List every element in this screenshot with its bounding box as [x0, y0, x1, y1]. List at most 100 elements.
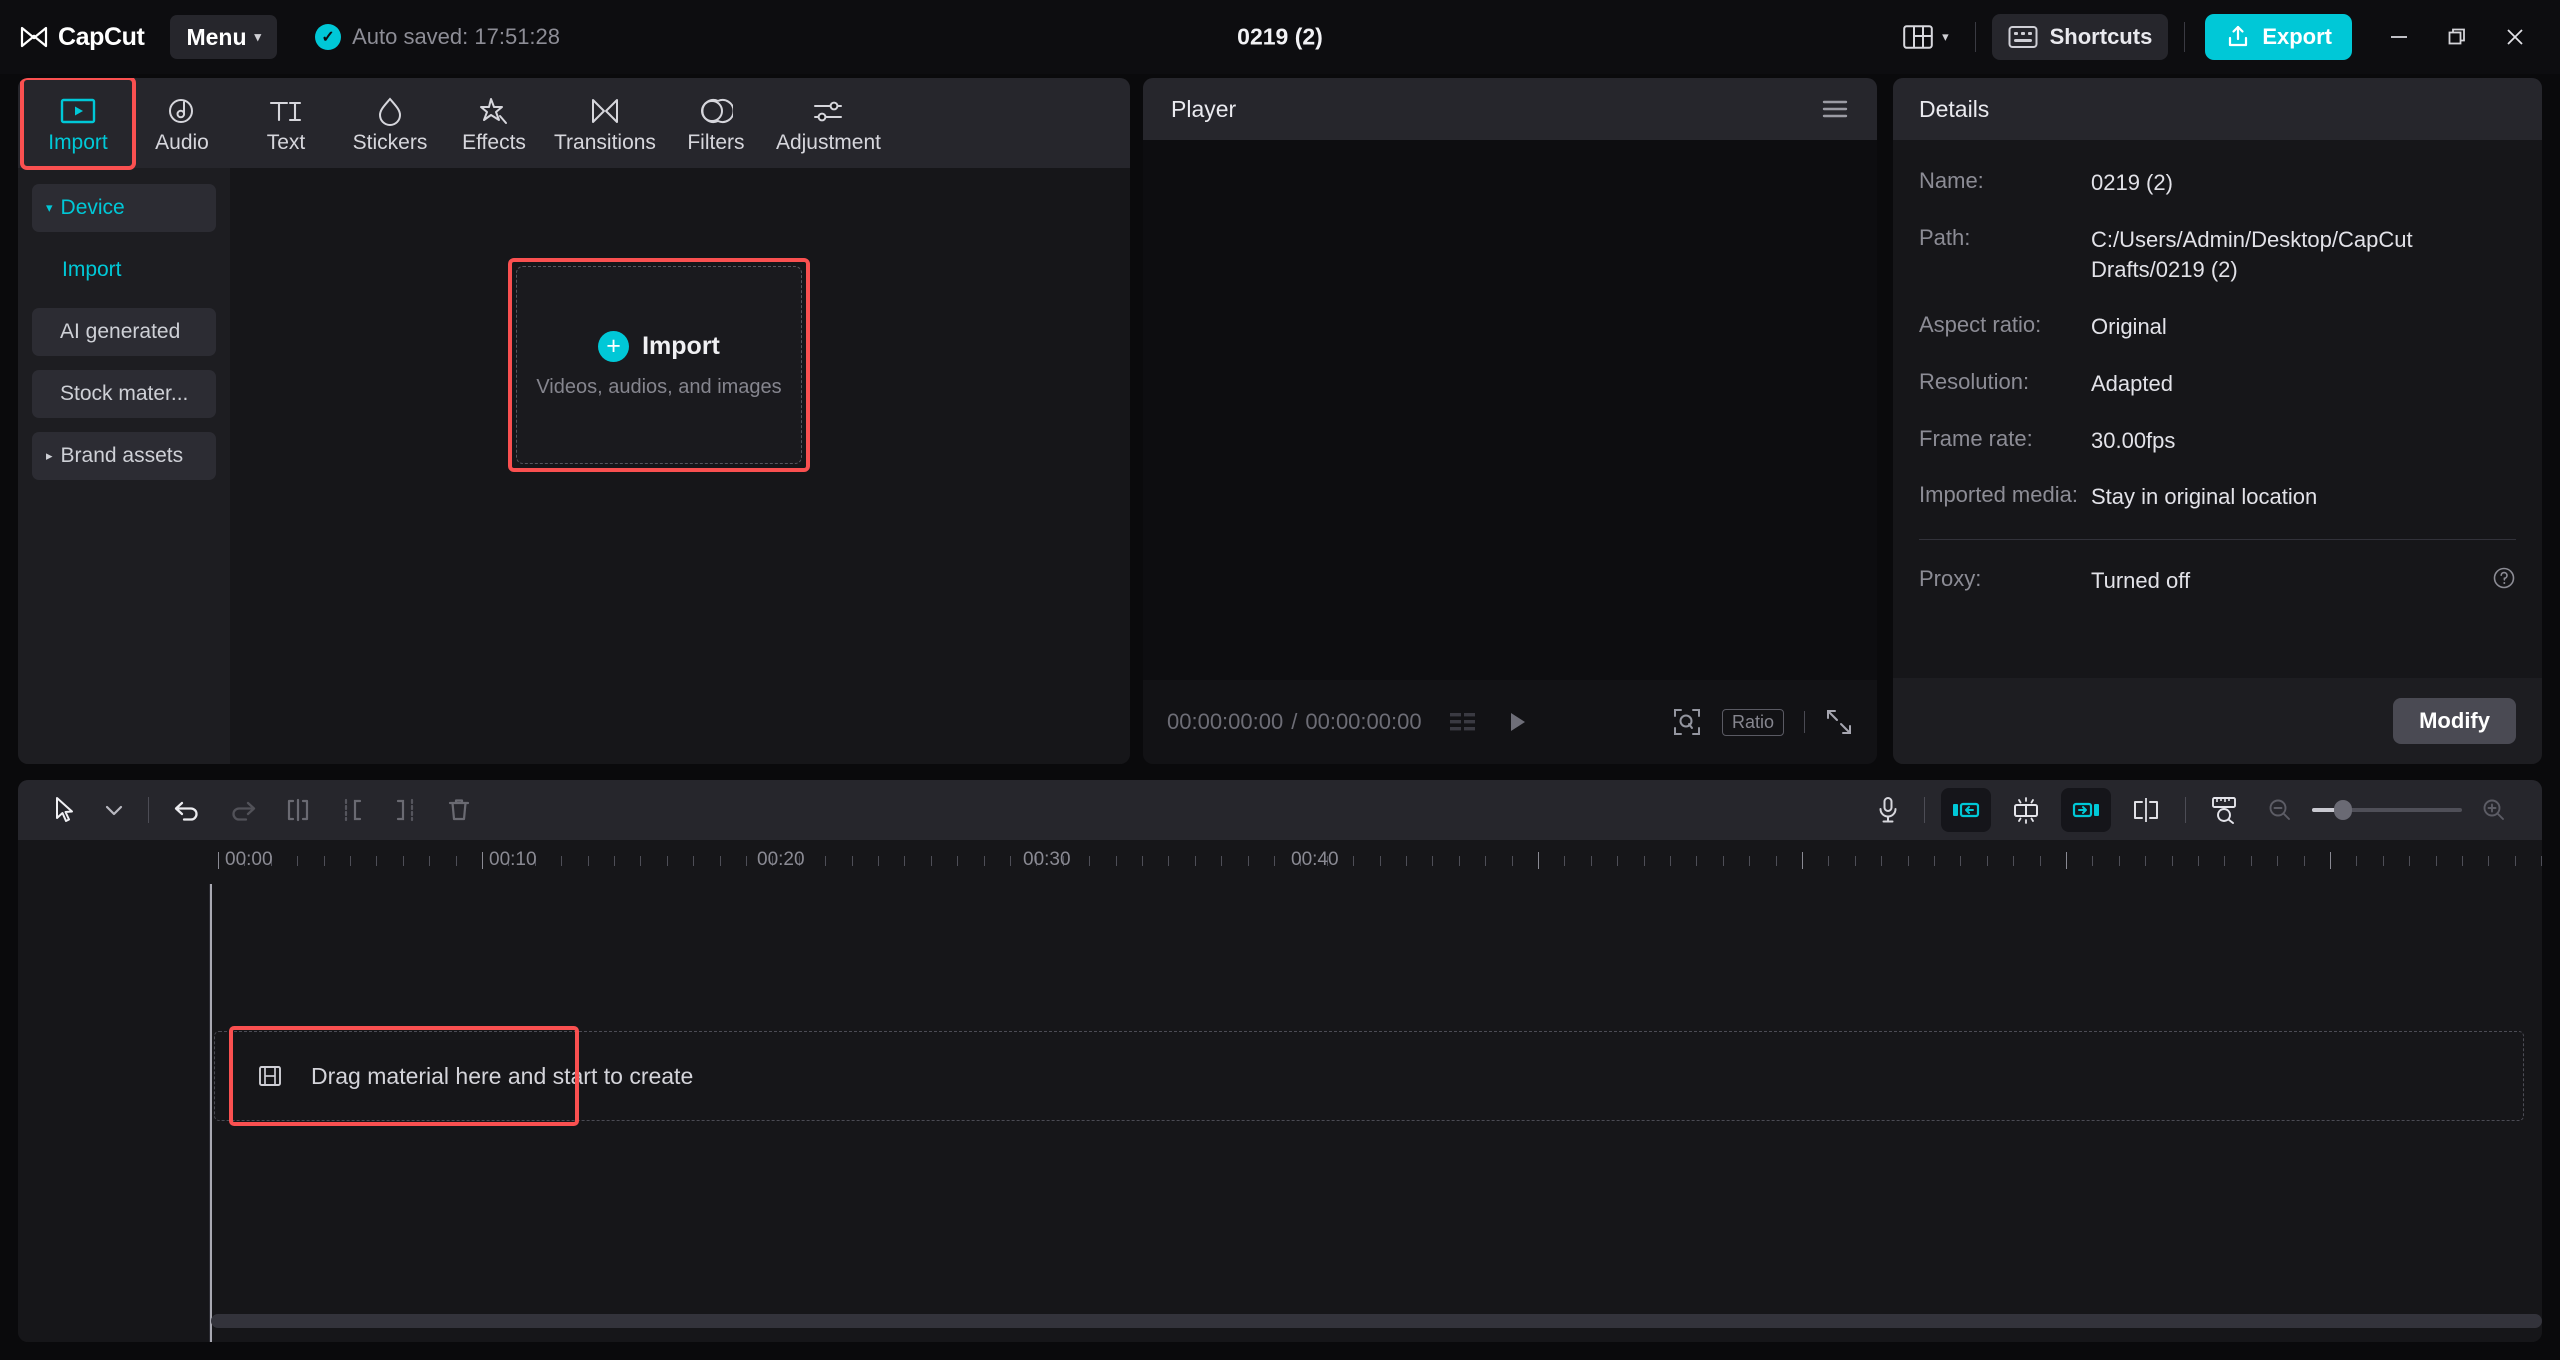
sidebar-item-brand-assets[interactable]: ▸ Brand assets	[32, 432, 216, 480]
ruler-tick-minor	[1116, 856, 1117, 866]
auto-fit-icon[interactable]	[1997, 788, 2055, 832]
fullscreen-icon[interactable]	[1825, 708, 1853, 736]
detail-value-imported-media: Stay in original location	[2091, 482, 2317, 512]
detail-value-proxy: Turned off	[2091, 566, 2190, 596]
chevron-down-icon: ▾	[255, 29, 262, 45]
ruler-tick-minor	[825, 856, 826, 866]
modify-button[interactable]: Modify	[2393, 698, 2516, 744]
hamburger-icon[interactable]	[1821, 98, 1849, 120]
ruler-tick-minor	[1089, 856, 1090, 866]
detail-row-aspect-ratio: Aspect ratio: Original	[1919, 312, 2516, 342]
timeline-tracks-area[interactable]: Drag material here and start to create	[18, 884, 2542, 1342]
ruler-label: 00:40	[1291, 849, 1339, 871]
tab-filters[interactable]: Filters	[664, 84, 768, 162]
detail-row-proxy: Proxy: Turned off	[1919, 566, 2516, 596]
timeline-horizontal-scrollbar[interactable]	[211, 1314, 2542, 1328]
microphone-icon[interactable]	[1862, 788, 1914, 832]
title-bar: CapCut Menu ▾ ✓ Auto saved: 17:51:28 021…	[0, 0, 2560, 74]
detail-label-proxy: Proxy:	[1919, 566, 2091, 592]
audio-note-icon	[165, 94, 199, 128]
crop-zoom-icon[interactable]	[1672, 707, 1702, 737]
detail-row-imported-media: Imported media: Stay in original locatio…	[1919, 482, 2516, 512]
ruler-tick-minor	[1855, 856, 1856, 866]
mirror-split-icon[interactable]	[2117, 788, 2175, 832]
ruler-tick-minor	[852, 856, 853, 866]
titlebar-right-controls: ▾ Shortcuts	[1893, 13, 2560, 61]
player-preview-stage[interactable]	[1143, 140, 1877, 680]
minimize-button[interactable]	[2370, 13, 2428, 61]
zoom-out-icon[interactable]	[2254, 788, 2306, 832]
menu-button-label: Menu	[186, 24, 246, 51]
tab-transitions[interactable]: Transitions	[546, 84, 664, 162]
export-button[interactable]: Export	[2205, 14, 2352, 60]
chevron-down-icon[interactable]	[90, 788, 138, 832]
ruler-tick-minor	[1221, 856, 1222, 866]
tab-stickers[interactable]: Stickers	[338, 84, 442, 162]
ruler-tick-minor	[1195, 856, 1196, 866]
timeline-ruler[interactable]: 00:0000:1000:2000:3000:40	[210, 840, 2542, 884]
ruler-tick-minor	[561, 856, 562, 866]
snap-left-icon[interactable]	[1941, 788, 1991, 832]
divider	[2184, 22, 2185, 52]
text-ti-icon	[266, 94, 306, 128]
close-button[interactable]	[2486, 13, 2544, 61]
export-upload-icon	[2225, 24, 2251, 50]
sidebar-item-stock-materials[interactable]: Stock mater...	[32, 370, 216, 418]
select-arrow-icon[interactable]	[40, 788, 90, 832]
help-circle-icon[interactable]	[2492, 566, 2516, 590]
ruler-tick-minor	[2092, 856, 2093, 866]
ruler-tick-minor	[2541, 856, 2542, 866]
sidebar-item-import-label: Import	[62, 258, 122, 282]
maximize-restore-button[interactable]	[2428, 13, 2486, 61]
ruler-tick-minor	[2515, 856, 2516, 866]
trim-left-icon[interactable]	[325, 788, 379, 832]
tab-effects[interactable]: Effects	[442, 84, 546, 162]
sidebar-item-import[interactable]: Import	[32, 246, 216, 294]
snap-right-icon[interactable]	[2061, 788, 2111, 832]
ruler-tick-minor	[429, 856, 430, 866]
tab-text[interactable]: Text	[234, 84, 338, 162]
layout-switcher-button[interactable]: ▾	[1893, 16, 1959, 58]
chevron-down-icon: ▾	[46, 200, 53, 216]
tab-import[interactable]: Import	[26, 84, 130, 162]
sidebar-item-ai-generated[interactable]: AI generated	[32, 308, 216, 356]
app-brand-name: CapCut	[58, 23, 144, 52]
detail-row-name: Name: 0219 (2)	[1919, 168, 2516, 198]
split-icon[interactable]	[271, 788, 325, 832]
shortcuts-button[interactable]: Shortcuts	[1992, 14, 2169, 60]
zoom-slider-knob[interactable]	[2334, 800, 2352, 820]
frames-grid-icon[interactable]	[1448, 709, 1478, 735]
ruler-tick-minor	[1353, 856, 1354, 866]
ruler-tick-minor	[878, 856, 879, 866]
ruler-tick-minor	[1987, 856, 1988, 866]
adjustment-sliders-icon	[810, 94, 846, 128]
delete-icon[interactable]	[433, 788, 485, 832]
ruler-tick-minor	[1485, 856, 1486, 866]
zoom-in-icon[interactable]	[2468, 788, 2520, 832]
ruler-tick-major	[2066, 852, 2067, 869]
sidebar-item-device-label: Device	[61, 196, 125, 220]
ruler-tick-minor	[1908, 856, 1909, 866]
play-icon[interactable]	[1504, 709, 1530, 735]
ruler-tick-minor	[2436, 856, 2437, 866]
import-dropzone-highlight: + Import Videos, audios, and images	[508, 258, 810, 472]
zoom-slider[interactable]	[2312, 808, 2462, 812]
plus-circle-icon: +	[598, 331, 629, 362]
undo-icon[interactable]	[159, 788, 215, 832]
ruler-label: 00:00	[225, 849, 273, 871]
ruler-tick-minor	[957, 856, 958, 866]
ruler-tick-minor	[2013, 856, 2014, 866]
ratio-button[interactable]: Ratio	[1722, 709, 1784, 736]
capcut-app-window: CapCut Menu ▾ ✓ Auto saved: 17:51:28 021…	[0, 0, 2560, 1360]
ruler-tick-major	[218, 852, 219, 869]
ruler-magnifier-icon[interactable]	[2196, 788, 2254, 832]
tab-adjustment[interactable]: Adjustment	[768, 84, 889, 162]
zoom-slider-track[interactable]	[2312, 808, 2462, 812]
redo-icon[interactable]	[215, 788, 271, 832]
menu-button[interactable]: Menu ▾	[170, 15, 277, 59]
playhead[interactable]	[210, 884, 212, 1342]
sidebar-item-device[interactable]: ▾ Device	[32, 184, 216, 232]
import-dropzone[interactable]: + Import Videos, audios, and images	[516, 266, 802, 464]
trim-right-icon[interactable]	[379, 788, 433, 832]
tab-audio[interactable]: Audio	[130, 84, 234, 162]
